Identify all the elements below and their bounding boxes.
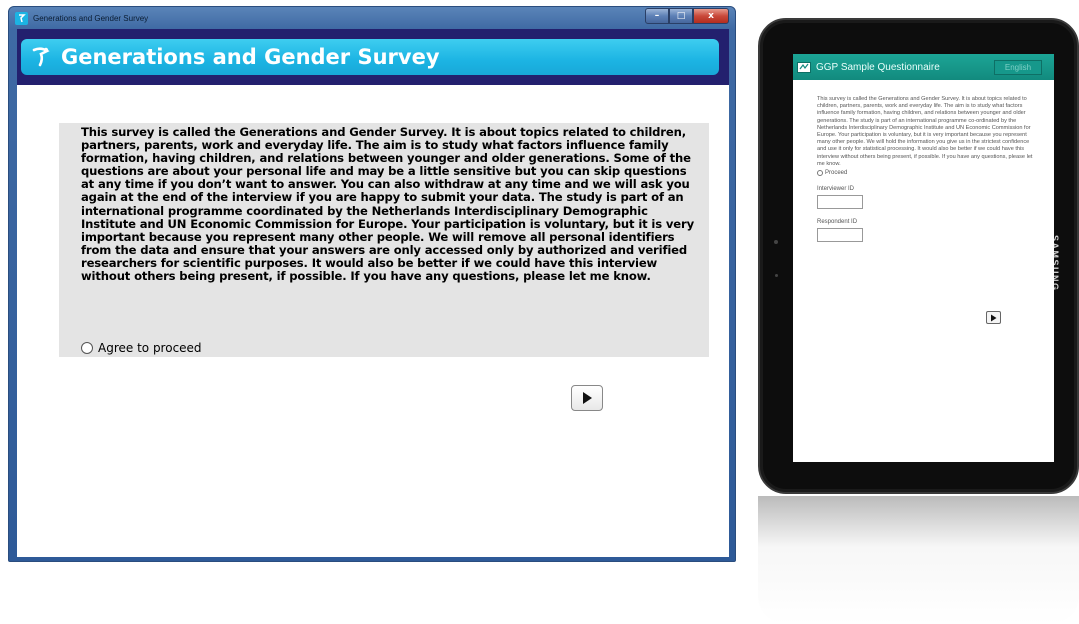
- interviewer-id-field[interactable]: [817, 195, 863, 210]
- survey-page: This survey is called the Generations an…: [17, 85, 729, 557]
- agree-label: Agree to proceed: [98, 341, 202, 355]
- tablet-intro-text: This survey is called the Generations an…: [817, 96, 1033, 167]
- intro-text: This survey is called the Generations an…: [81, 125, 694, 284]
- tablet-app-header: GGP Sample Questionnaire English: [793, 54, 1054, 80]
- agree-option[interactable]: Agree to proceed: [81, 341, 202, 355]
- agree-radio[interactable]: [81, 342, 93, 354]
- tablet-reflection: [758, 496, 1079, 624]
- interviewer-id-label: Interviewer ID: [817, 186, 855, 193]
- maximize-button[interactable]: □: [669, 8, 693, 24]
- tablet-camera: [774, 240, 778, 244]
- app-icon: [15, 11, 28, 25]
- proceed-radio[interactable]: [817, 170, 823, 177]
- intro-panel: This survey is called the Generations an…: [59, 123, 709, 357]
- tablet-device: SAMSUNG GGP Sample Questionnaire English…: [758, 18, 1079, 494]
- tablet-survey-page: This survey is called the Generations an…: [793, 80, 1054, 243]
- proceed-option[interactable]: Proceed: [817, 170, 1034, 177]
- app-header: Generations and Gender Survey: [21, 39, 719, 75]
- minimize-button[interactable]: –: [645, 8, 669, 24]
- tablet-app-title: GGP Sample Questionnaire: [816, 61, 940, 73]
- close-button[interactable]: x: [693, 8, 729, 24]
- window-client-area: Generations and Gender Survey This surve…: [17, 29, 729, 557]
- ggs-logo-icon: [32, 47, 50, 67]
- window-title: Generations and Gender Survey: [33, 13, 149, 23]
- survey-app-window: Generations and Gender Survey – □ x Gene…: [8, 6, 736, 562]
- tablet-sensor: [775, 274, 778, 277]
- window-titlebar[interactable]: Generations and Gender Survey – □ x: [9, 7, 735, 29]
- respondent-id-field[interactable]: [817, 228, 863, 243]
- window-controls: – □ x: [645, 8, 729, 24]
- language-button[interactable]: English: [994, 60, 1042, 75]
- respondent-id-label: Respondent ID: [817, 219, 858, 226]
- play-arrow-icon: [991, 314, 997, 321]
- app-title: Generations and Gender Survey: [61, 45, 440, 69]
- next-button[interactable]: [571, 385, 603, 411]
- tablet-screen: GGP Sample Questionnaire English This su…: [793, 54, 1054, 462]
- tablet-next-button[interactable]: [986, 311, 1001, 324]
- proceed-label: Proceed: [825, 170, 848, 177]
- play-arrow-icon: [583, 392, 592, 404]
- ggp-logo-icon: [797, 61, 811, 73]
